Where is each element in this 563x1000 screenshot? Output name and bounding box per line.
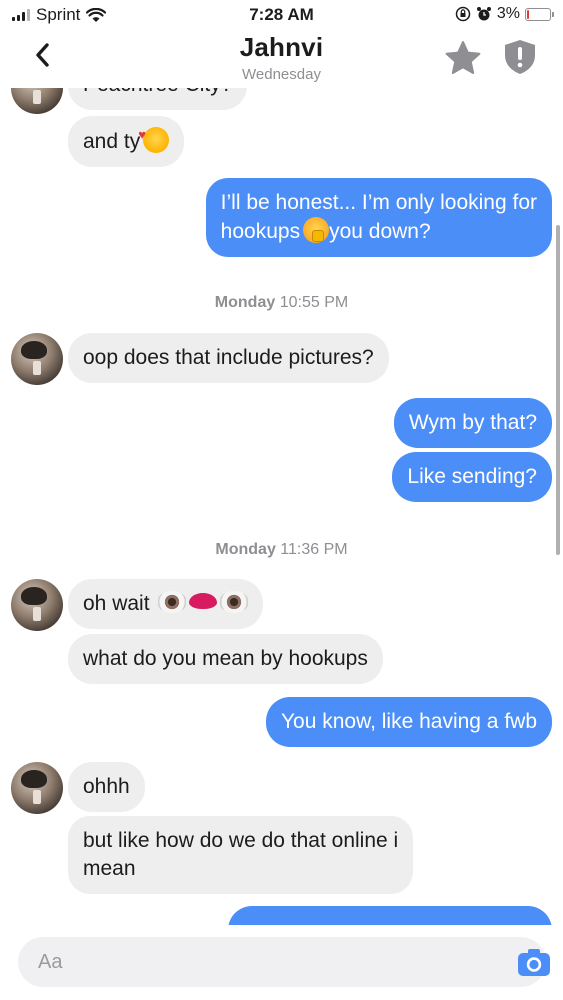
incoming-message[interactable]: and ty bbox=[68, 116, 185, 167]
message-input[interactable] bbox=[38, 947, 478, 977]
shield-icon[interactable] bbox=[502, 38, 538, 76]
timestamp-day: Monday bbox=[214, 294, 276, 311]
contact-avatar[interactable] bbox=[11, 762, 63, 814]
incoming-message[interactable]: ohhh bbox=[68, 762, 145, 812]
timestamp-time: 11:36 PM bbox=[280, 541, 348, 558]
battery-icon bbox=[525, 7, 554, 21]
message-text: Like sending? bbox=[407, 465, 537, 488]
incoming-message[interactable]: but like how do we do that online i mean bbox=[68, 816, 414, 894]
scrollbar[interactable] bbox=[556, 225, 560, 555]
message-text: what do you mean by hookups bbox=[83, 647, 368, 670]
message-text: oh wait bbox=[83, 592, 150, 615]
contact-avatar[interactable] bbox=[11, 579, 63, 631]
message-text: You know, like having a fwb bbox=[280, 710, 537, 733]
message-text: I’ll be honest... I’m only looking for bbox=[220, 191, 537, 214]
outgoing-message[interactable]: You know, like having a fwb bbox=[265, 697, 552, 747]
outgoing-message[interactable]: Like sending? bbox=[392, 452, 552, 502]
camera-icon[interactable] bbox=[516, 946, 552, 978]
eye-emoji bbox=[158, 591, 187, 613]
status-bar: Sprint 7:28 AM 3% bbox=[0, 0, 563, 30]
message-text: ohhh bbox=[83, 775, 130, 798]
contact-avatar[interactable] bbox=[11, 333, 63, 385]
outgoing-message[interactable] bbox=[228, 906, 552, 925]
timestamp-divider: Monday 10:55 PM bbox=[0, 294, 563, 312]
message-text: you down? bbox=[329, 220, 431, 243]
message-text: mean bbox=[83, 857, 136, 880]
orientation-lock-icon bbox=[455, 6, 471, 22]
message-text: and ty bbox=[83, 130, 141, 153]
timestamp-time: 10:55 PM bbox=[279, 294, 349, 311]
message-input-container[interactable] bbox=[18, 937, 550, 987]
lips-emoji bbox=[189, 593, 218, 609]
conversation-thread[interactable]: Peachtree City? and ty I’ll be honest...… bbox=[0, 0, 563, 925]
outgoing-message[interactable]: I’ll be honest... I’m only looking for h… bbox=[205, 178, 552, 257]
shushing-face-emoji bbox=[303, 217, 330, 243]
message-composer bbox=[0, 925, 563, 1000]
incoming-message[interactable]: oop does that include pictures? bbox=[68, 333, 389, 383]
message-text: hookups bbox=[220, 220, 301, 243]
message-text: oop does that include pictures? bbox=[83, 346, 374, 369]
eye-emoji bbox=[220, 591, 249, 613]
star-icon[interactable] bbox=[444, 40, 482, 76]
timestamp-day: Monday bbox=[215, 541, 276, 558]
chat-header: Jahnvi Wednesday bbox=[0, 28, 563, 88]
battery-percent: 3% bbox=[496, 5, 520, 22]
incoming-message[interactable]: what do you mean by hookups bbox=[68, 634, 383, 684]
smiling-face-with-hearts-emoji bbox=[138, 121, 170, 153]
message-text: Wym by that? bbox=[408, 411, 537, 434]
message-text: but like how do we do that online i bbox=[83, 829, 399, 852]
alarm-icon bbox=[476, 7, 491, 21]
outgoing-message[interactable]: Wym by that? bbox=[393, 398, 552, 448]
timestamp-divider: Monday 11:36 PM bbox=[0, 541, 563, 559]
incoming-message[interactable]: oh wait bbox=[68, 579, 264, 629]
